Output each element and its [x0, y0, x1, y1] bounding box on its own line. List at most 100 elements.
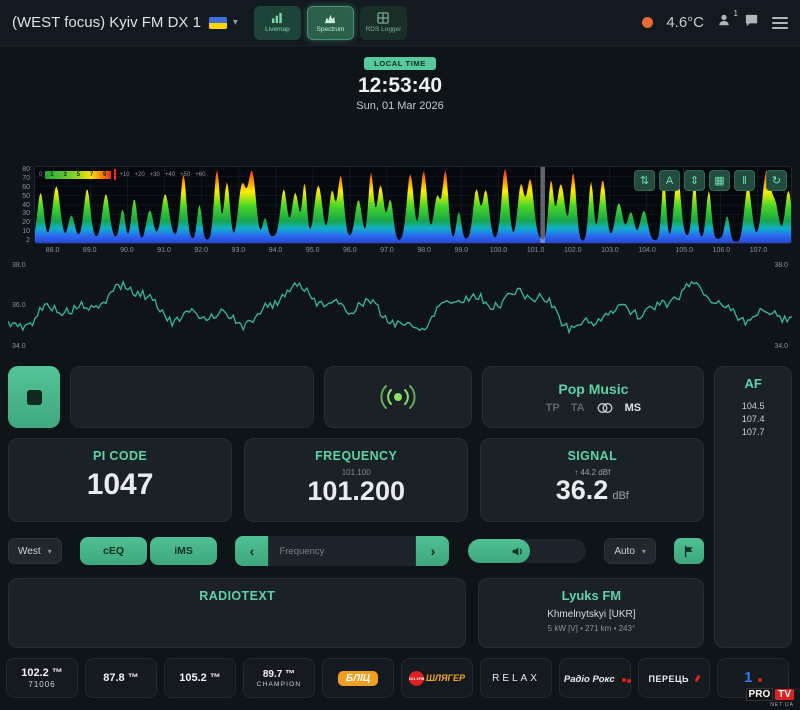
watermark-pro: PRO: [746, 688, 774, 701]
spectrum-x-tick: 88.0: [46, 247, 60, 254]
spectrum-x-tick: 90.0: [120, 247, 134, 254]
station-logo-text: ПЕРЕЦЬ: [649, 674, 690, 684]
spectrum-section: 80706050403020102 0: [8, 166, 792, 257]
ukraine-flag-icon: [209, 17, 227, 29]
local-time-value: 12:53:40: [0, 74, 800, 98]
signal-axis-label: 38.0: [774, 262, 788, 269]
spectrum-graph[interactable]: 0 13579 +10+20+30+40+50+60 ⇅ A ⇕ ▦ ‖ ↻: [34, 166, 792, 244]
spectrum-vertical-zoom-button[interactable]: ⇕: [684, 170, 705, 191]
pepper-icon: [695, 675, 701, 683]
volume-slider[interactable]: [468, 539, 586, 563]
watermark-domain: NET.UA: [746, 702, 794, 708]
spectrum-x-tick: 102.0: [564, 247, 582, 254]
users-count: 1: [734, 9, 738, 18]
stereo-waves-icon: [377, 383, 419, 411]
radiotext-title: RADIOTEXT: [199, 589, 275, 603]
stop-button[interactable]: [8, 366, 60, 428]
spectrum-x-tick: 106.0: [713, 247, 731, 254]
af-frequency[interactable]: 107.7: [742, 426, 765, 439]
antenna-select[interactable]: West ▾: [8, 538, 62, 564]
station-logo-tile[interactable]: 105.2 ™: [164, 658, 236, 698]
stations-logo-bar: 102.2 ™ 71006 87.8 ™ 105.2 ™ 89.7 ™ CHAM…: [6, 658, 794, 698]
menu-hamburger-button[interactable]: [772, 17, 788, 29]
legend-zero: 0: [39, 172, 42, 178]
ceq-toggle-button[interactable]: cEQ: [80, 537, 147, 565]
stereo-indicator: [324, 366, 472, 428]
spectrum-x-tick: 97.0: [380, 247, 394, 254]
livemap-icon: [271, 12, 283, 24]
station-logo-tile[interactable]: Радіо Рокс: [559, 658, 631, 698]
spectrum-y-tick: 20: [8, 219, 30, 226]
chat-button[interactable]: [744, 13, 759, 33]
signal-graph: 38.0 36.0 34.0 38.0 34.0: [8, 262, 792, 350]
chat-icon: [744, 13, 759, 28]
station-info-panel: Lyuks FM Khmelnytskyi [UKR] 5 kW [V] • 2…: [478, 578, 704, 648]
station-location: Khmelnytskyi [UKR]: [547, 609, 635, 620]
flag-button[interactable]: [674, 538, 704, 564]
red-dot-icon: [758, 678, 762, 682]
spectrum-y-tick: 70: [8, 175, 30, 182]
station-logo-text: 1: [744, 669, 752, 686]
spectrum-sort-button[interactable]: ⇅: [634, 170, 655, 191]
ps-display: [70, 366, 314, 428]
spectrum-y-tick: 60: [8, 184, 30, 191]
station-logo-tile[interactable]: RELAX: [480, 658, 552, 698]
ims-toggle-button[interactable]: iMS: [150, 537, 217, 565]
signal-axis-label: 34.0: [12, 343, 26, 350]
spectrum-x-tick: 95.0: [306, 247, 320, 254]
nav-rds-logger-button[interactable]: RDS Logger: [360, 6, 407, 40]
station-logo-badge: 101.1FM: [409, 671, 424, 686]
scan-mode-value: Auto: [614, 546, 635, 557]
online-users-button[interactable]: 1: [717, 13, 731, 32]
spectrum-auto-button[interactable]: A: [659, 170, 680, 191]
frequency-title: FREQUENCY: [315, 449, 397, 463]
radiotext-panel: RADIOTEXT: [8, 578, 466, 648]
signal-axis-label: 34.0: [774, 343, 788, 350]
spectrum-x-tick: 100.0: [490, 247, 508, 254]
af-frequency[interactable]: 104.5: [742, 400, 765, 413]
spectrum-y-tick: 10: [8, 228, 30, 235]
frequency-value: 101.200: [307, 476, 405, 507]
nav-rds-logger-label: RDS Logger: [366, 26, 402, 33]
server-dropdown-chevron-icon[interactable]: ▾: [233, 17, 238, 28]
spectrum-x-tick: 104.0: [638, 247, 656, 254]
nav-livemap-button[interactable]: Livemap: [254, 6, 301, 40]
radiotext-row: RADIOTEXT Lyuks FM Khmelnytskyi [UKR] 5 …: [8, 578, 704, 648]
nav-livemap-label: Livemap: [265, 26, 290, 33]
spectrum-chart-style-button[interactable]: ▦: [709, 170, 730, 191]
station-logo-tile[interactable]: БЛІЦ: [322, 658, 394, 698]
antenna-select-value: West: [18, 546, 41, 557]
rds-status-row: Pop Music TP TA MS: [8, 366, 704, 428]
stop-icon: [27, 390, 42, 405]
af-title: AF: [745, 376, 762, 391]
tune-down-button[interactable]: ‹: [235, 536, 268, 566]
frequency-panel: FREQUENCY 101.100 101.200: [244, 438, 468, 522]
frequency-input[interactable]: Frequency: [268, 536, 416, 566]
server-title[interactable]: (WEST focus) Kyiv FM DX 1: [12, 14, 201, 31]
header-right-cluster: 4.6°C 1: [642, 13, 788, 33]
station-logo-text: 89.7 ™: [263, 669, 295, 680]
station-logo-tile[interactable]: 101.1FM ШЛЯГЕР: [401, 658, 473, 698]
tune-up-button[interactable]: ›: [416, 536, 449, 566]
station-logo-tile[interactable]: 89.7 ™ CHAMPION: [243, 658, 315, 698]
station-logo-text: RELAX: [492, 673, 540, 684]
spectrum-color-legend: 0 13579 +10+20+30+40+50+60: [39, 169, 205, 180]
signal-panel: SIGNAL ↑ 44.2 dBf 36.2 dBf: [480, 438, 704, 522]
eq-ims-group: cEQ iMS: [80, 537, 217, 565]
legend-gradient-bar: 13579: [45, 171, 111, 179]
station-logo-tile[interactable]: 102.2 ™ 71006: [6, 658, 78, 698]
spectrum-refresh-button[interactable]: ↻: [766, 170, 787, 191]
station-logo-tile[interactable]: 87.8 ™: [85, 658, 157, 698]
station-logo-tile[interactable]: ПЕРЕЦЬ: [638, 658, 710, 698]
af-frequency[interactable]: 107.4: [742, 413, 765, 426]
scan-mode-select[interactable]: Auto ▾: [604, 538, 656, 564]
nav-spectrum-button[interactable]: Spectrum: [307, 6, 354, 40]
spectrum-pause-button[interactable]: ‖: [734, 170, 755, 191]
main-left-column: Pop Music TP TA MS PI CODE 1047 FREQUENC…: [8, 366, 704, 648]
local-date-value: Sun, 01 Mar 2026: [0, 100, 800, 112]
header-nav: Livemap Spectrum RDS Logger: [254, 6, 407, 40]
pty-value: Pop Music: [558, 381, 628, 397]
spectrum-x-tick: 89.0: [83, 247, 97, 254]
spectrum-y-tick: 50: [8, 193, 30, 200]
spectrum-x-tick: 91.0: [157, 247, 171, 254]
